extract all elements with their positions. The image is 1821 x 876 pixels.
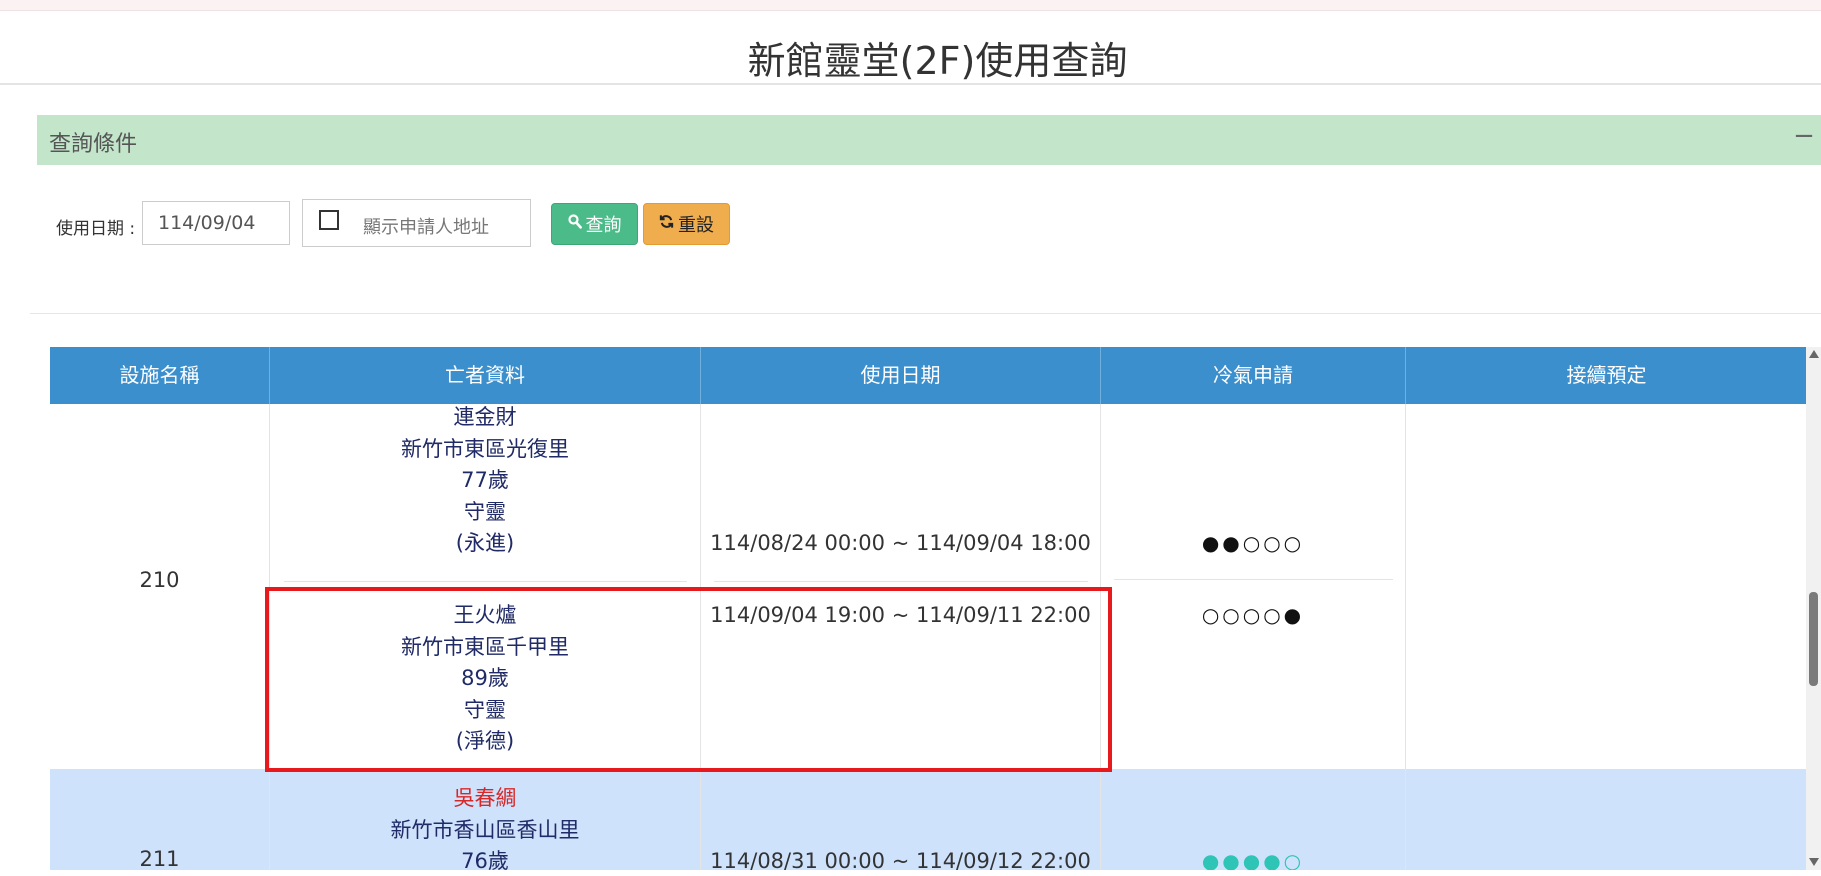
deceased-entry: 吳春綢 新竹市香山區香山里 76歲 [270, 783, 700, 870]
show-address-checkbox[interactable] [319, 210, 339, 230]
show-address-label: 顯示申請人地址 [363, 217, 489, 238]
deceased-note: (淨德) [455, 729, 515, 753]
page-title: 新館靈堂(2F)使用查詢 [747, 39, 1128, 83]
header-next-booking: 接續預定 [1566, 363, 1647, 387]
deceased-age: 89歲 [461, 666, 509, 690]
deceased-type: 守靈 [464, 697, 506, 722]
ac-cell: ●●○○○ ○○○○● [1101, 404, 1406, 769]
reset-button[interactable]: 重設 [643, 203, 730, 245]
usage-period: 114/08/31 00:00 ~ 114/09/12 22:00 [710, 849, 1091, 870]
table-row: 210 連金財 新竹市東區光復里 77歲 守靈 (永進) 王火爐 新竹市東區千甲… [50, 404, 1807, 769]
table-header: 設施名稱 亡者資料 使用日期 冷氣申請 接續預定 [50, 347, 1807, 404]
header-date: 使用日期 [701, 347, 1101, 404]
facility-name: 211 [139, 847, 180, 870]
scroll-down-icon[interactable] [1809, 858, 1819, 866]
scroll-up-icon[interactable] [1809, 350, 1819, 358]
scroll-thumb[interactable] [1809, 592, 1818, 686]
entry-separator [284, 581, 687, 582]
ac-status: ●●○○○ [1201, 531, 1305, 555]
facility-cell: 210 [50, 404, 270, 769]
search-icon [567, 214, 582, 234]
collapse-icon[interactable]: − [1791, 121, 1817, 151]
search-button-label: 查詢 [585, 215, 622, 236]
ac-status: ○○○○● [1201, 603, 1305, 627]
next-booking-cell [1406, 769, 1807, 870]
show-address-option[interactable]: 顯示申請人地址 [302, 199, 531, 247]
query-form: 使用日期 : 顯示申請人地址 查詢 重設 [0, 199, 1821, 249]
search-button[interactable]: 查詢 [551, 203, 638, 245]
deceased-name: 王火爐 [453, 603, 517, 627]
deceased-address: 新竹市東區千甲里 [401, 634, 569, 659]
entry-separator [714, 581, 1088, 582]
usage-period: 114/08/24 00:00 ~ 114/09/04 18:00 [710, 531, 1091, 555]
table-scrollbar[interactable] [1806, 347, 1821, 870]
deceased-cell: 吳春綢 新竹市香山區香山里 76歲 [270, 769, 701, 870]
table-row: 211 吳春綢 新竹市香山區香山里 76歲 114/08/31 00:00 ~ … [50, 769, 1807, 870]
deceased-entry: 王火爐 新竹市東區千甲里 89歲 守靈 (淨德) [270, 600, 700, 758]
deceased-age: 76歲 [461, 849, 509, 870]
deceased-cell: 連金財 新竹市東區光復里 77歲 守靈 (永進) 王火爐 新竹市東區千甲里 89… [270, 404, 701, 769]
usage-table: 設施名稱 亡者資料 使用日期 冷氣申請 接續預定 210 連金財 新竹市東區光復… [50, 347, 1807, 870]
title-area: 新館靈堂(2F)使用查詢 [0, 10, 1821, 85]
deceased-age: 77歲 [461, 468, 509, 492]
date-cell: 114/08/24 00:00 ~ 114/09/04 18:00 114/09… [701, 404, 1101, 769]
refresh-icon [659, 214, 674, 234]
deceased-type: 守靈 [464, 499, 506, 524]
ac-cell: ●●●●○ [1101, 769, 1406, 870]
deceased-address: 新竹市香山區香山里 [390, 817, 580, 842]
next-booking-cell [1406, 404, 1807, 769]
deceased-address: 新竹市東區光復里 [401, 436, 569, 461]
deceased-name: 連金財 [453, 405, 517, 429]
date-label: 使用日期 : [56, 219, 136, 239]
usage-period: 114/09/04 19:00 ~ 114/09/11 22:00 [710, 603, 1091, 627]
query-panel-header: 查詢條件 − [37, 115, 1821, 165]
query-panel-title: 查詢條件 [49, 132, 138, 157]
header-deceased: 亡者資料 [270, 347, 701, 404]
deceased-entry: 連金財 新竹市東區光復里 77歲 守靈 (永進) [270, 402, 700, 560]
facility-cell: 211 [50, 769, 270, 870]
header-ac: 冷氣申請 [1101, 347, 1406, 404]
header-facility: 設施名稱 [50, 347, 270, 404]
date-cell: 114/08/31 00:00 ~ 114/09/12 22:00 [701, 769, 1101, 870]
deceased-name: 吳春綢 [453, 786, 517, 810]
deceased-note: (永進) [455, 531, 515, 555]
reset-button-label: 重設 [678, 215, 714, 236]
facility-name: 210 [139, 568, 180, 592]
entry-separator [1114, 579, 1393, 580]
section-divider [30, 313, 1821, 314]
ac-status: ●●●●○ [1201, 849, 1305, 870]
date-input[interactable] [142, 201, 290, 245]
